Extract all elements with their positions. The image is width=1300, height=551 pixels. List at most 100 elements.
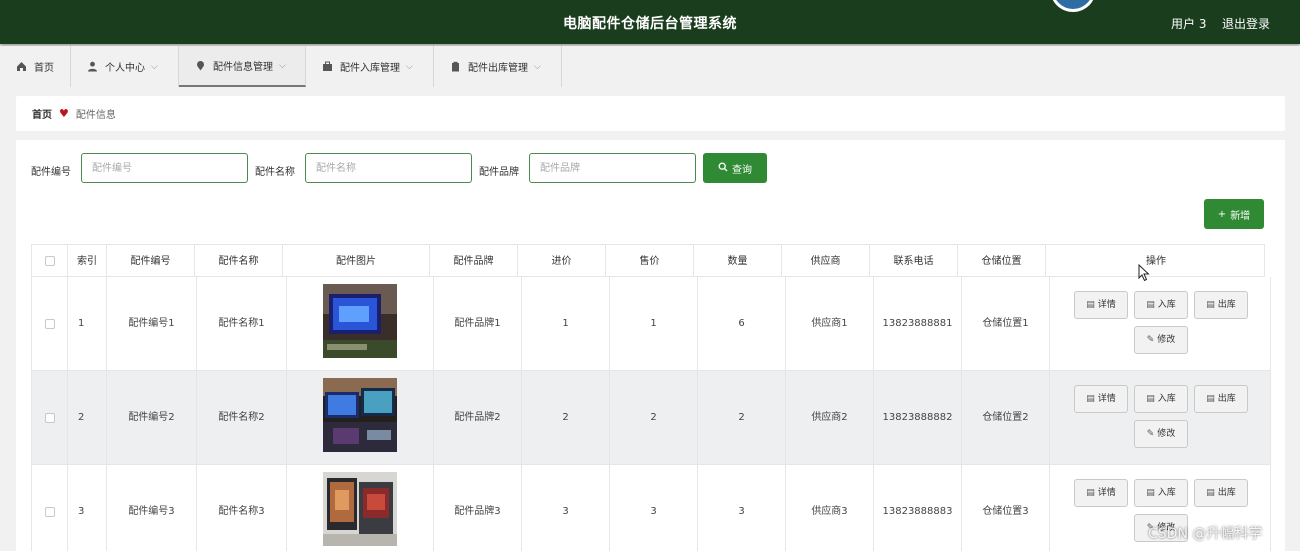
column-header: 数量 [694, 245, 782, 278]
cell-supplier: 供应商3 [786, 465, 874, 551]
search-name-input[interactable] [305, 153, 472, 183]
add-button[interactable]: + 新增 [1204, 199, 1264, 229]
cell-image [287, 277, 434, 371]
nav-parts-info[interactable]: 配件信息管理 ⌵ [179, 46, 306, 87]
cell-location: 仓储位置1 [962, 277, 1050, 371]
row-checkbox[interactable] [45, 507, 55, 517]
select-all-cell [32, 245, 68, 278]
nav-label: 配件入库管理 [340, 63, 400, 74]
nav-label: 首页 [34, 63, 54, 74]
chevron-down-icon: ⌵ [279, 60, 286, 71]
document-icon: ▤ [1206, 300, 1215, 310]
heart-icon: ♥ [59, 107, 69, 120]
document-icon: ▤ [1206, 394, 1215, 404]
cell-buy-price: 3 [522, 465, 610, 551]
document-icon: ▤ [1086, 488, 1095, 498]
document-icon: ▤ [1086, 394, 1095, 404]
detail-button[interactable]: ▤ 详情 [1074, 291, 1128, 319]
watermark: CSDN @升幅科学 [1148, 526, 1263, 542]
table-row: 2 配件编号2 配件名称2 配件品牌2 2 2 2 供应商2 138238888… [31, 371, 1271, 465]
current-user[interactable]: 用户 3 [1171, 15, 1206, 32]
cell-location: 仓储位置2 [962, 371, 1050, 465]
nav-parts-outbound[interactable]: 配件出库管理 ⌵ [434, 46, 562, 87]
part-image [323, 284, 397, 358]
cell-name: 配件名称3 [197, 465, 287, 551]
cell-brand: 配件品牌1 [434, 277, 522, 371]
column-header: 配件名称 [195, 245, 283, 278]
nav-personal-center[interactable]: 个人中心 ⌵ [71, 46, 179, 87]
column-header: 配件编号 [107, 245, 195, 278]
main-nav: 首页 个人中心 ⌵ 配件信息管理 ⌵ 配件入库管理 ⌵ 配件出库管理 ⌵ [0, 46, 1300, 87]
outbound-button-label: 出库 [1217, 394, 1236, 404]
cell-phone: 13823888883 [874, 465, 962, 551]
document-icon: ▤ [1086, 300, 1095, 310]
breadcrumb-home[interactable]: 首页 [32, 106, 52, 121]
avatar[interactable] [1050, 0, 1096, 12]
cell-index: 1 [68, 277, 107, 371]
column-header: 供应商 [782, 245, 870, 278]
top-bar: 电脑配件仓储后台管理系统 用户 3 退出登录 [0, 0, 1300, 44]
cell-buy-price: 1 [522, 277, 610, 371]
search-brand-input[interactable] [529, 153, 696, 183]
nav-label: 配件出库管理 [468, 63, 528, 74]
detail-button[interactable]: ▤ 详情 [1074, 385, 1128, 413]
column-header: 配件图片 [283, 245, 430, 278]
cell-index: 2 [68, 371, 107, 465]
logout-link[interactable]: 退出登录 [1222, 15, 1270, 32]
nav-parts-inbound[interactable]: 配件入库管理 ⌵ [306, 46, 434, 87]
column-header: 配件品牌 [430, 245, 518, 278]
clipboard-icon [450, 61, 461, 72]
search-code-input[interactable] [81, 153, 248, 183]
part-image [323, 378, 397, 452]
detail-button[interactable]: ▤ 详情 [1074, 479, 1128, 507]
detail-button-label: 详情 [1097, 488, 1116, 498]
column-header: 仓储位置 [958, 245, 1046, 278]
cell-image [287, 465, 434, 551]
part-image [323, 472, 397, 546]
select-all-checkbox[interactable] [45, 256, 55, 266]
cell-code: 配件编号1 [107, 277, 197, 371]
row-select-cell [32, 371, 68, 465]
nav-label: 配件信息管理 [213, 62, 273, 73]
row-checkbox[interactable] [45, 319, 55, 329]
outbound-button[interactable]: ▤ 出库 [1194, 385, 1248, 413]
edit-button[interactable]: ✎ 修改 [1134, 420, 1188, 448]
mouse-cursor-icon [1138, 263, 1150, 285]
plus-icon: + [1217, 208, 1227, 220]
breadcrumb: 首页 ♥ 配件信息 [16, 96, 1285, 131]
column-header: 进价 [518, 245, 606, 278]
table-row: 3 配件编号3 配件名称3 配件品牌3 3 3 3 供应商3 138238888… [31, 465, 1271, 551]
add-button-label: 新增 [1230, 210, 1251, 222]
column-header: 售价 [606, 245, 694, 278]
cell-sell-price: 1 [610, 277, 698, 371]
outbound-button[interactable]: ▤ 出库 [1194, 479, 1248, 507]
pin-icon [195, 60, 206, 71]
table-row: 1 配件编号1 配件名称1 配件品牌1 1 1 6 供应商1 138238888… [31, 277, 1271, 371]
box-icon [322, 61, 333, 72]
app-title: 电脑配件仓储后台管理系统 [563, 16, 737, 32]
cell-supplier: 供应商2 [786, 371, 874, 465]
cell-sell-price: 3 [610, 465, 698, 551]
column-header: 索引 [68, 245, 107, 278]
cell-code: 配件编号3 [107, 465, 197, 551]
cell-phone: 13823888881 [874, 277, 962, 371]
chevron-down-icon: ⌵ [406, 61, 413, 72]
row-select-cell [32, 277, 68, 371]
outbound-button[interactable]: ▤ 出库 [1194, 291, 1248, 319]
cell-buy-price: 2 [522, 371, 610, 465]
cell-location: 仓储位置3 [962, 465, 1050, 551]
cell-brand: 配件品牌2 [434, 371, 522, 465]
search-name-label: 配件名称 [255, 167, 295, 178]
row-checkbox[interactable] [45, 413, 55, 423]
query-button-label: 查询 [732, 164, 752, 176]
chevron-down-icon: ⌵ [534, 61, 541, 72]
nav-home[interactable]: 首页 [0, 46, 71, 87]
detail-button-label: 详情 [1097, 394, 1116, 404]
search-brand-label: 配件品牌 [479, 167, 519, 178]
row-select-cell [32, 465, 68, 551]
query-button[interactable]: 查询 [703, 153, 767, 183]
edit-button[interactable]: ✎ 修改 [1134, 326, 1188, 354]
cell-name: 配件名称1 [197, 277, 287, 371]
search-icon [718, 162, 728, 175]
chevron-down-icon: ⌵ [151, 61, 158, 72]
